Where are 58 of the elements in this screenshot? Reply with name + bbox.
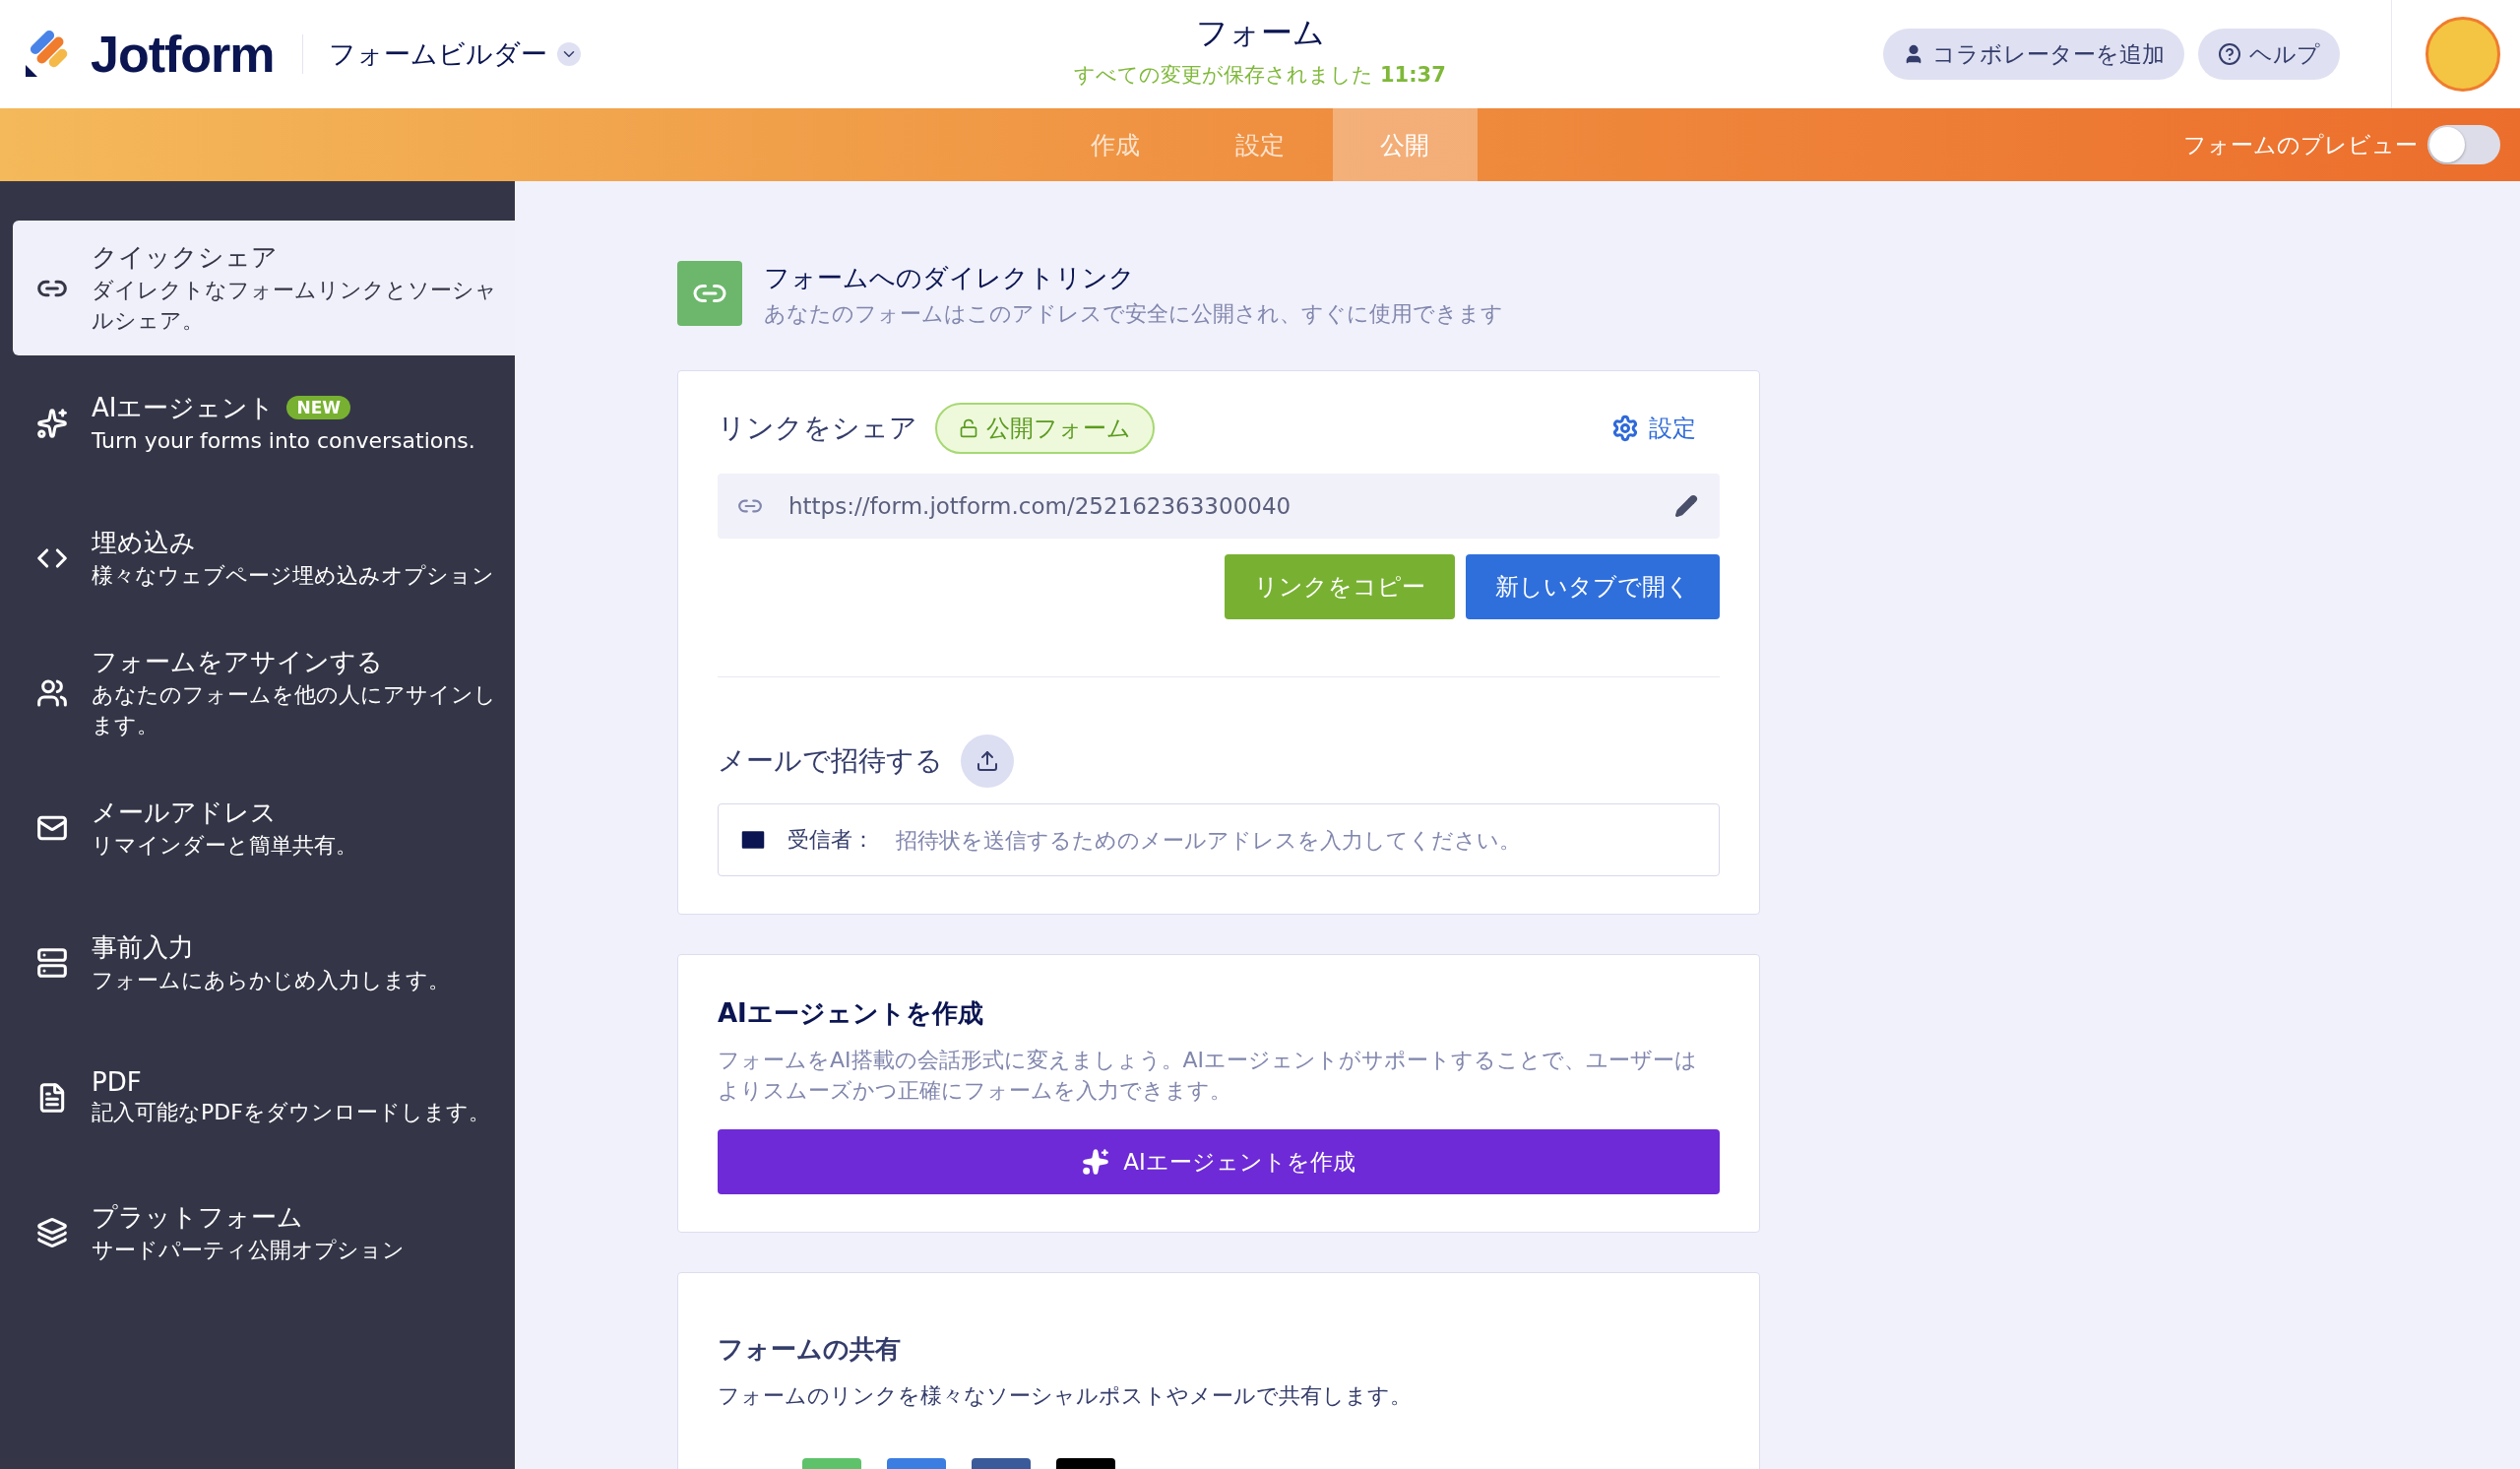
invite-heading: メールで招待する xyxy=(718,743,943,779)
share-link-heading: リンクをシェア xyxy=(718,411,917,446)
form-sharing-description: フォームのリンクを様々なソーシャルポストやメールで共有します。 xyxy=(718,1382,1413,1410)
sidebar-item-title: PDF xyxy=(92,1067,142,1097)
new-badge: NEW xyxy=(286,396,351,419)
sidebar-item-description: Turn your forms into conversations. xyxy=(92,426,475,455)
sidebar-item-title: 事前入力 xyxy=(92,930,194,964)
public-form-badge: 公開フォーム xyxy=(935,403,1155,454)
ai-agent-heading: AIエージェントを作成 xyxy=(718,997,984,1030)
layers-icon xyxy=(36,1216,68,1248)
upload-icon xyxy=(976,749,999,773)
add-collaborator-button[interactable]: コラボレーターを追加 xyxy=(1883,29,2184,80)
sidebar-item[interactable]: 埋め込み 様々なウェブページ埋め込みオプション xyxy=(13,490,515,625)
form-builder-menu[interactable]: フォームビルダー xyxy=(328,36,581,72)
sidebar-item-description: サードパーティ公開オプション xyxy=(92,1236,405,1264)
sidebar-item-description: 様々なウェブページ埋め込みオプション xyxy=(92,561,494,590)
recipient-field[interactable]: 受信者： 招待状を送信するためのメールアドレスを入力してください。 xyxy=(718,803,1720,876)
sidebar-item[interactable]: PDF 記入可能なPDFをダウンロードします。 xyxy=(13,1030,515,1165)
sparkle-icon xyxy=(1082,1148,1110,1176)
sidebar-item[interactable]: メールアドレス リマインダーと簡単共有。 xyxy=(13,760,515,895)
sidebar-item[interactable]: クイックシェア ダイレクトなフォームリンクとソーシャルシェア。 xyxy=(13,221,515,355)
sidebar-item-title: メールアドレス xyxy=(92,796,277,829)
sidebar-item-title: 埋め込み xyxy=(92,526,196,559)
settings-link[interactable]: 設定 xyxy=(1611,413,1696,444)
upload-button[interactable] xyxy=(961,734,1014,788)
save-status: すべての変更が保存されました 11:37 xyxy=(1074,62,1446,89)
stack-icon xyxy=(36,946,68,979)
email-input[interactable]: 招待状を送信するためのメールアドレスを入力してください。 xyxy=(894,826,1699,854)
direct-link-title: フォームへのダイレクトリンク xyxy=(764,262,1136,294)
form-sharing-heading: フォームの共有 xyxy=(718,1333,902,1366)
unlock-icon xyxy=(959,418,978,438)
sidebar-item-description: 記入可能なPDFをダウンロードします。 xyxy=(92,1099,490,1126)
sidebar-item[interactable]: AIエージェント NEW Turn your forms into conversations. xyxy=(13,355,515,490)
help-button[interactable]: ヘルプ xyxy=(2198,29,2340,80)
url-field[interactable]: https://form.jotform.com/252162363300040 xyxy=(718,474,1720,539)
form-title: フォーム xyxy=(1195,13,1325,53)
preview-toggle[interactable] xyxy=(2427,125,2500,164)
create-ai-agent-button[interactable]: AIエージェントを作成 xyxy=(718,1129,1720,1194)
preview-label: フォームのプレビュー xyxy=(2183,130,2418,160)
direct-link-subtitle: あなたのフォームはこのアドレスで安全に公開され、すぐに使用できます xyxy=(764,300,1503,328)
sidebar-item-description: あなたのフォームを他の人にアサインします。 xyxy=(92,681,497,739)
help-icon xyxy=(2218,42,2241,66)
sidebar-item[interactable]: 事前入力 フォームにあらかじめ入力します。 xyxy=(13,895,515,1030)
ai-agent-description: フォームをAI搭載の会話形式に変えましょう。AIエージェントがサポートすることで、ユーザーはよりスムーズかつ正確にフォームを入力できます。 xyxy=(718,1047,1699,1105)
settings-icon xyxy=(1611,415,1639,442)
sidebar-item[interactable]: フォームをアサインする あなたのフォームを他の人にアサインします。 xyxy=(13,625,515,760)
edit-icon[interactable] xyxy=(1674,494,1698,518)
logo-text: Jotform xyxy=(91,25,275,84)
sidebar-item-title: プラットフォーム xyxy=(92,1200,303,1234)
sidebar-item-description: リマインダーと簡単共有。 xyxy=(92,831,357,860)
sidebar-item-description: フォームにあらかじめ入力します。 xyxy=(92,966,450,994)
sidebar-item-title: AIエージェント xyxy=(92,391,276,424)
sidebar-item[interactable]: プラットフォーム サードパーティ公開オプション xyxy=(13,1165,515,1300)
sidebar-item-title: クイックシェア xyxy=(92,241,278,274)
sidebar-item-title: フォームをアサインする xyxy=(92,646,383,678)
sparkle-icon xyxy=(36,407,68,439)
open-new-tab-button[interactable]: 新しいタブで開く xyxy=(1466,554,1720,619)
sidebar-item-description: ダイレクトなフォームリンクとソーシャルシェア。 xyxy=(92,277,498,335)
